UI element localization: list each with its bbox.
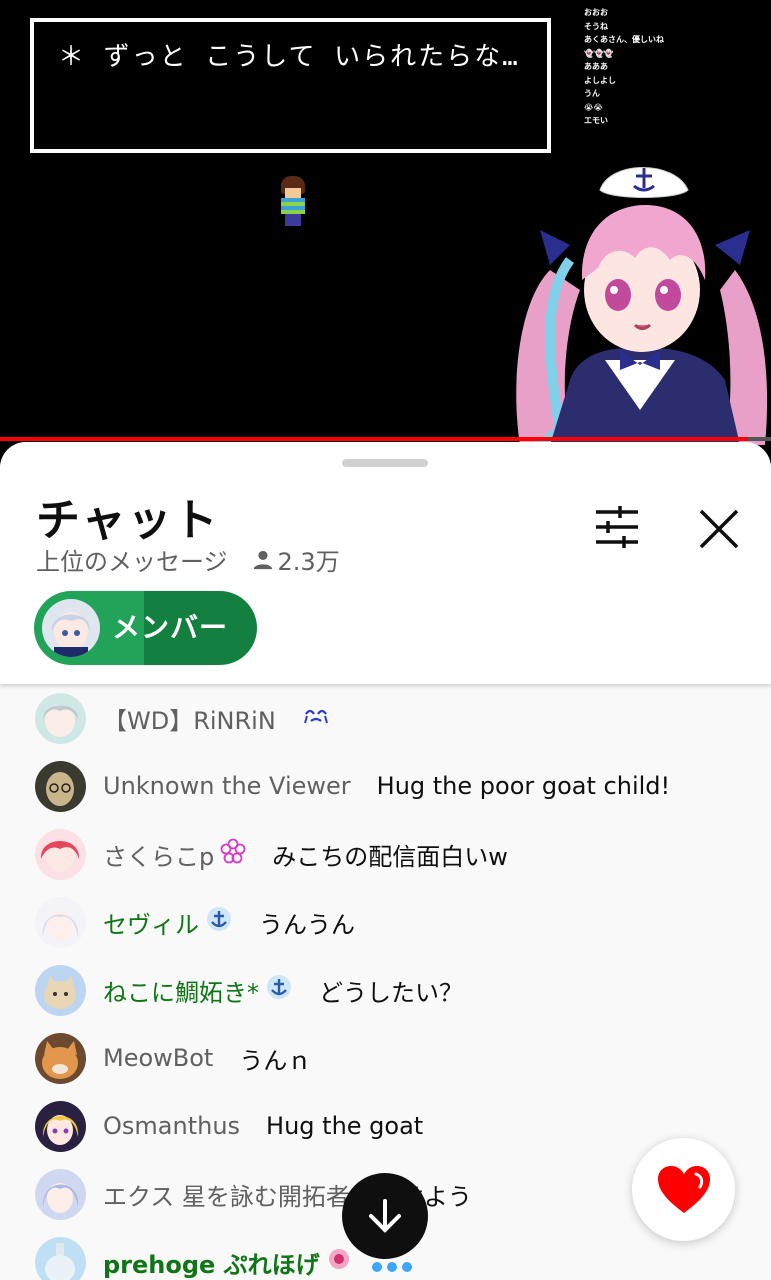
member-chip-label: メンバー <box>112 611 229 644</box>
chat-message[interactable]: 【WD】RiNRiN <box>0 684 771 752</box>
filter-settings-icon[interactable] <box>590 504 644 550</box>
video-progress-bar[interactable] <box>0 437 771 441</box>
avatar[interactable] <box>35 964 86 1016</box>
message-text: どうしたい？ <box>319 978 463 1007</box>
chat-message[interactable]: さくらこp みこちの配信面白いw <box>0 820 771 888</box>
close-icon[interactable] <box>694 504 744 554</box>
chip-avatar <box>42 599 100 657</box>
avatar[interactable] <box>35 1236 86 1280</box>
author-name[interactable]: 【WD】RiNRiN <box>103 701 276 736</box>
scroll-to-latest-button[interactable] <box>342 1173 428 1259</box>
avatar[interactable] <box>35 692 86 744</box>
author-name[interactable]: MeowBot <box>103 1044 213 1072</box>
game-character-sprite <box>276 176 310 228</box>
flower-icon <box>220 838 246 870</box>
author-name[interactable]: prehoge ぷれほげ <box>103 1245 320 1280</box>
overlay-chat-line: そうね <box>584 21 608 31</box>
avatar[interactable] <box>35 896 86 948</box>
avatar[interactable] <box>35 760 86 812</box>
avatar[interactable] <box>35 1100 86 1152</box>
avatar[interactable] <box>35 1168 86 1220</box>
more-dots-icon <box>372 1262 412 1272</box>
overlay-chat-line: よしよし <box>584 75 616 85</box>
message-text: うんうん <box>259 910 355 939</box>
overlay-chat-line: おおお <box>584 8 608 17</box>
author-name[interactable]: Unknown the Viewer <box>103 772 351 800</box>
vtuber-avatar <box>516 167 768 445</box>
member-anchor-badge-icon <box>205 906 233 938</box>
overlay-chat-line: エモい <box>584 116 608 125</box>
avatar[interactable] <box>35 828 86 880</box>
arrow-down-icon <box>369 1199 401 1233</box>
author-name[interactable]: エクス 星を詠む開拓者 <box>103 1177 350 1212</box>
overlay-chat-line: 😭😭 <box>584 102 603 112</box>
author-name[interactable]: Osmanthus <box>103 1112 240 1140</box>
game-dialog-text: ＊ ずっと こうして いられたらな… <box>58 42 520 72</box>
chat-message[interactable]: ねこに鯛妬き* どうしたい？ <box>0 956 771 1024</box>
chat-message[interactable]: MeowBot うんｎ <box>0 1024 771 1092</box>
viewer-count: 2.3万 <box>252 542 340 577</box>
chat-mode-label: 上位のメッセージ <box>36 548 228 576</box>
message-text: Hug the goat <box>266 1112 424 1140</box>
message-text: みこちの配信面白いw <box>272 842 508 871</box>
chat-title: チャット <box>36 495 220 546</box>
chat-message[interactable]: セヴィル うんうん <box>0 888 771 956</box>
overlay-chat-line: あああ <box>584 62 608 71</box>
avatar[interactable] <box>35 1032 86 1084</box>
heart-icon <box>657 1165 710 1213</box>
viewer-count-value: 2.3万 <box>277 548 340 576</box>
author-name[interactable]: さくらこp <box>103 837 214 872</box>
author-name[interactable]: セヴィル <box>103 905 199 940</box>
overlay-chat-line: 👻👻👻 <box>584 48 614 58</box>
overlay-chat-line: あくあさん、優しいね <box>584 35 664 44</box>
person-icon <box>253 550 272 569</box>
chat-mode-selector[interactable]: 上位のメッセージ 2.3万 <box>36 542 340 577</box>
stream-overlay-chat: おおお そうね あくあさん、優しいね 👻👻👻 あああ よしよし うん 😭😭 エモ… <box>584 6 664 128</box>
author-name[interactable]: ねこに鯛妬き* <box>103 973 259 1008</box>
video-player[interactable]: ＊ ずっと こうして いられたらな… おおお そうね あくあさん、優しいね 👻👻… <box>0 0 771 445</box>
video-progress-fill <box>0 437 748 441</box>
chat-header: チャット 上位のメッセージ 2.3万 メンバー <box>0 442 771 684</box>
overlay-chat-line: うん <box>584 89 600 98</box>
message-text: うんｎ <box>239 1046 312 1075</box>
crying-emoji-icon <box>302 704 330 732</box>
member-anchor-badge-icon <box>265 974 293 1006</box>
member-filter-chip[interactable]: メンバー <box>34 591 257 665</box>
drag-handle[interactable] <box>342 459 428 467</box>
game-dialog-box: ＊ ずっと こうして いられたらな… <box>30 18 551 153</box>
member-badge-icon <box>326 1247 352 1277</box>
reaction-heart-button[interactable] <box>632 1138 735 1241</box>
message-text: Hug the poor goat child! <box>376 772 671 800</box>
chat-message[interactable]: Unknown the Viewer Hug the poor goat chi… <box>0 752 771 820</box>
